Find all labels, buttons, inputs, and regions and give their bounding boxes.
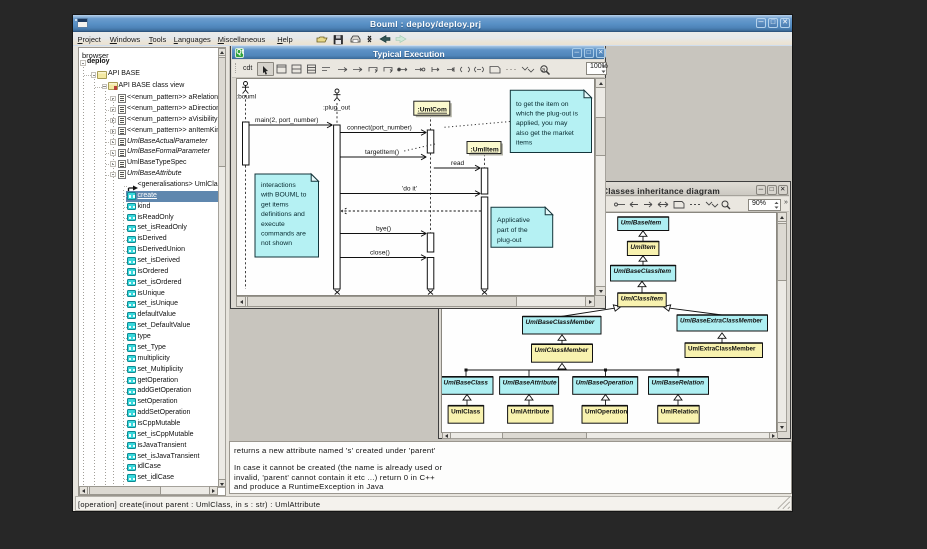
svg-text:also get the market: also get the market: [516, 130, 574, 137]
svg-text:UmlOperation: UmlOperation: [585, 408, 627, 415]
svg-text:connect(port_number): connect(port_number): [347, 125, 412, 132]
svg-text:plug-out: plug-out: [497, 237, 522, 244]
svg-text:items: items: [516, 139, 533, 146]
svg-text:to get the item on: to get the item on: [516, 101, 569, 108]
svg-text:execute: execute: [261, 221, 285, 228]
svg-text:UmlBaseClass: UmlBaseClass: [444, 379, 489, 386]
svg-text::UmlItem: :UmlItem: [471, 147, 499, 154]
svg-text:'do it': 'do it': [402, 186, 417, 193]
svg-text:not shown: not shown: [261, 240, 292, 247]
svg-text:UmlBaseClassMember: UmlBaseClassMember: [526, 319, 595, 326]
svg-text:UmlItem: UmlItem: [630, 244, 656, 251]
svg-text::bouml: :bouml: [237, 94, 257, 101]
svg-text:applied, you may: applied, you may: [516, 120, 568, 127]
svg-text:a: a: [542, 67, 546, 73]
svg-text:UmlBaseRelation: UmlBaseRelation: [652, 379, 705, 386]
svg-text:UmlBaseAttribute: UmlBaseAttribute: [503, 379, 557, 386]
svg-text:bye(): bye(): [376, 226, 391, 233]
svg-text:UmlExtraClassMember: UmlExtraClassMember: [688, 346, 756, 353]
svg-text:definitions and: definitions and: [261, 211, 305, 218]
svg-text:UmlClassItem: UmlClassItem: [621, 296, 664, 303]
svg-text:UmlBaseOperation: UmlBaseOperation: [576, 379, 634, 386]
svg-text:which the plug-out is: which the plug-out is: [515, 111, 579, 118]
svg-text:Applicative: Applicative: [497, 217, 530, 224]
svg-text:main(2, port_number): main(2, port_number): [255, 117, 318, 124]
svg-text:UmlClassMember: UmlClassMember: [535, 347, 589, 354]
svg-text:UmlRelation: UmlRelation: [661, 408, 698, 415]
svg-text:UmlBaseClassItem: UmlBaseClassItem: [614, 268, 672, 275]
svg-text:UmlClass: UmlClass: [451, 408, 481, 415]
svg-text:read: read: [451, 160, 465, 167]
svg-text::plug_out: :plug_out: [323, 105, 350, 112]
svg-text:UmlAttribute: UmlAttribute: [511, 408, 550, 415]
svg-text:UmlBaseExtraClassMember: UmlBaseExtraClassMember: [680, 318, 763, 325]
svg-text:UmlBaseItem: UmlBaseItem: [621, 220, 662, 227]
svg-text:interactions: interactions: [261, 182, 296, 189]
svg-text:part of the: part of the: [497, 227, 528, 234]
svg-text:close(): close(): [370, 250, 390, 257]
svg-text:targetItem(): targetItem(): [365, 149, 399, 156]
svg-text:commands are: commands are: [261, 231, 306, 238]
svg-text:with BOUML to: with BOUML to: [260, 192, 307, 199]
svg-text:get items: get items: [261, 201, 289, 208]
svg-text::UmlCom: :UmlCom: [418, 106, 447, 113]
